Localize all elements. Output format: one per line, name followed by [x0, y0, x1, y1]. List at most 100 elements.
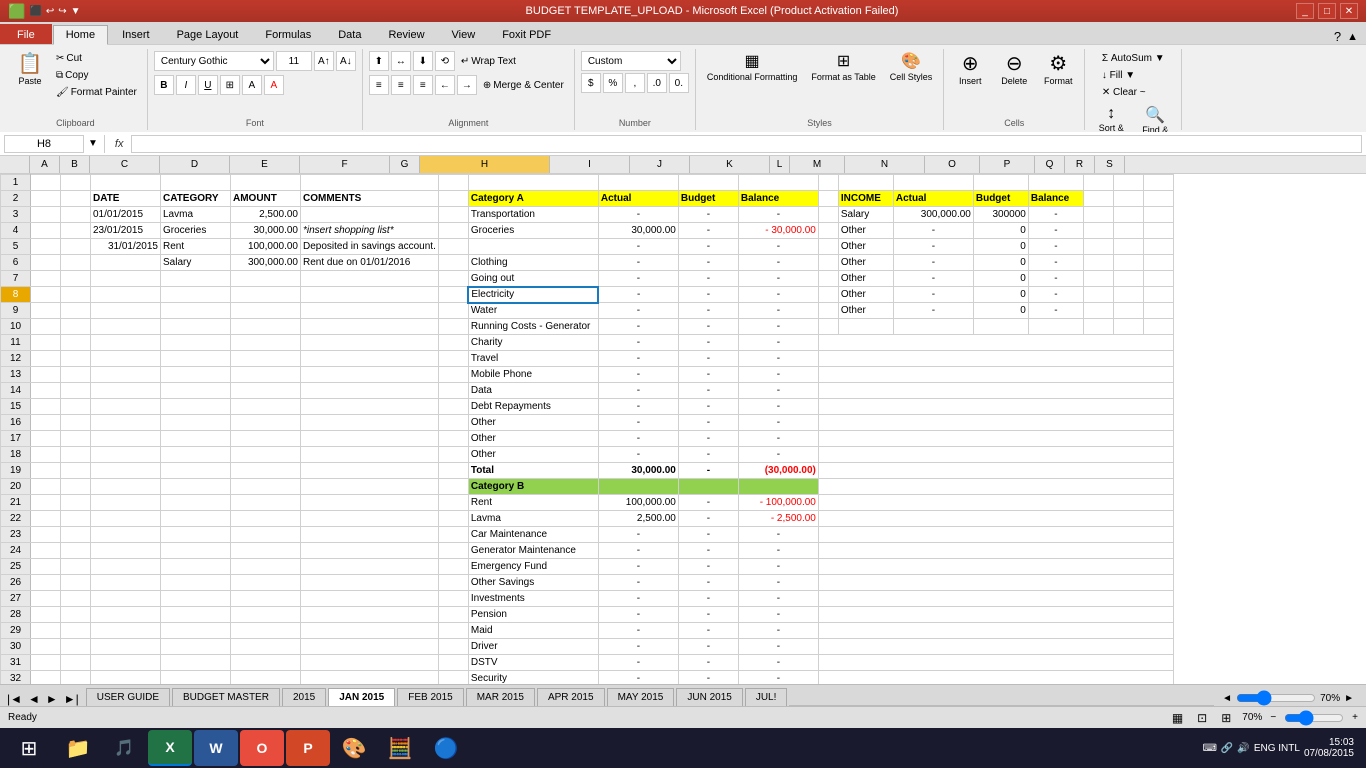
col-header-B[interactable]: B [60, 156, 90, 173]
sheet-tab-jun-2015[interactable]: JUN 2015 [676, 688, 742, 706]
row-num-22[interactable]: 22 [1, 511, 31, 527]
format-as-table-button[interactable]: ⊞ Format as Table [806, 51, 880, 85]
col-header-Q[interactable]: Q [1035, 156, 1065, 173]
comma-button[interactable]: , [625, 73, 645, 93]
income-balance-header[interactable]: Balance [1028, 191, 1083, 207]
tab-insert[interactable]: Insert [109, 24, 163, 44]
start-button[interactable]: ⊞ [4, 730, 54, 766]
row-num-4[interactable]: 4 [1, 223, 31, 239]
col-header-R[interactable]: R [1065, 156, 1095, 173]
active-cell-H8[interactable]: Electricity [468, 287, 598, 303]
sheet-nav-next[interactable]: ► [43, 692, 61, 706]
col-header-P[interactable]: P [980, 156, 1035, 173]
col-header-E[interactable]: E [230, 156, 300, 173]
italic-button[interactable]: I [176, 75, 196, 95]
paste-button[interactable]: 📋 Paste [10, 51, 50, 89]
category-a-header[interactable]: Category A [468, 191, 598, 207]
zoom-range[interactable] [1284, 712, 1344, 724]
align-bottom-button[interactable]: ⬇ [413, 51, 433, 71]
sheet-tab-budget-master[interactable]: BUDGET MASTER [172, 688, 280, 706]
category-header[interactable]: CATEGORY [161, 191, 231, 207]
row-num-11[interactable]: 11 [1, 335, 31, 351]
align-center-button[interactable]: ≡ [391, 75, 411, 95]
font-name-select[interactable]: Century Gothic [154, 51, 274, 71]
col-header-A[interactable]: A [30, 156, 60, 173]
r3c4[interactable]: Lavma [161, 207, 231, 223]
sheet-tab-apr-2015[interactable]: APR 2015 [537, 688, 605, 706]
sheet-nav-prev[interactable]: ◄ [25, 692, 43, 706]
row-num-9[interactable]: 9 [1, 303, 31, 319]
row-num-29[interactable]: 29 [1, 623, 31, 639]
format-painter-button[interactable]: 🖌Format Painter [52, 85, 141, 100]
page-layout-view-button[interactable]: ⊡ [1194, 711, 1210, 725]
row-num-12[interactable]: 12 [1, 351, 31, 367]
tab-review[interactable]: Review [375, 24, 437, 44]
r3h[interactable]: Transportation [468, 207, 598, 223]
tab-formulas[interactable]: Formulas [252, 24, 324, 44]
row-num-27[interactable]: 27 [1, 591, 31, 607]
col-header-C[interactable]: C [90, 156, 160, 173]
taskbar-word[interactable]: W [194, 730, 238, 766]
r3c5[interactable]: 2,500.00 [231, 207, 301, 223]
sheet-tab-user-guide[interactable]: USER GUIDE [86, 688, 170, 706]
tab-home[interactable]: Home [53, 25, 108, 45]
taskbar-excel[interactable]: X [148, 730, 192, 766]
spreadsheet[interactable]: 1 2 DATE CATEGORY AMOUNT COMMENTS [0, 174, 1366, 684]
row-num-6[interactable]: 6 [1, 255, 31, 271]
income-header[interactable]: INCOME [838, 191, 893, 207]
help-icon[interactable]: ? [1334, 29, 1341, 44]
tab-page-layout[interactable]: Page Layout [164, 24, 252, 44]
sheet-nav-first[interactable]: |◄ [4, 692, 25, 706]
cell-ref-dropdown[interactable]: ▼ [88, 138, 98, 149]
autosum-button[interactable]: Σ AutoSum ▼ [1098, 51, 1169, 66]
underline-button[interactable]: U [198, 75, 218, 95]
sheet-tab-mar-2015[interactable]: MAR 2015 [466, 688, 535, 706]
col-header-O[interactable]: O [925, 156, 980, 173]
align-middle-button[interactable]: ↔ [391, 51, 411, 71]
tab-data[interactable]: Data [325, 24, 374, 44]
font-size-decrease-button[interactable]: A↓ [336, 51, 356, 71]
row-num-8[interactable]: 8 [1, 287, 31, 303]
balance-header[interactable]: Balance [738, 191, 818, 207]
col-header-L[interactable]: L [770, 156, 790, 173]
budget-header[interactable]: Budget [678, 191, 738, 207]
zoom-out-icon[interactable]: − [1270, 712, 1276, 723]
col-header-N[interactable]: N [845, 156, 925, 173]
sheet-nav-last[interactable]: ►| [61, 692, 82, 706]
taskbar-app5[interactable]: 🎨 [332, 730, 376, 766]
col-header-S[interactable]: S [1095, 156, 1125, 173]
page-break-view-button[interactable]: ⊞ [1218, 711, 1234, 725]
taskbar-powerpoint[interactable]: P [286, 730, 330, 766]
col-header-K[interactable]: K [690, 156, 770, 173]
number-format-select[interactable]: Custom General Number Currency [581, 51, 681, 71]
col-header-J[interactable]: J [630, 156, 690, 173]
indent-increase-button[interactable]: → [457, 75, 477, 95]
row-num-16[interactable]: 16 [1, 415, 31, 431]
cell-styles-button[interactable]: 🎨 Cell Styles [885, 51, 938, 85]
close-button[interactable]: ✕ [1340, 3, 1358, 19]
col-header-F[interactable]: F [300, 156, 390, 173]
font-size-input[interactable] [276, 51, 312, 71]
maximize-button[interactable]: □ [1318, 3, 1336, 19]
row-num-13[interactable]: 13 [1, 367, 31, 383]
r3c3[interactable]: 01/01/2015 [91, 207, 161, 223]
font-size-increase-button[interactable]: A↑ [314, 51, 334, 71]
currency-button[interactable]: $ [581, 73, 601, 93]
row-num-24[interactable]: 24 [1, 543, 31, 559]
row-num-32[interactable]: 32 [1, 671, 31, 685]
row-num-15[interactable]: 15 [1, 399, 31, 415]
text-orient-button[interactable]: ⟲ [435, 51, 455, 71]
tab-view[interactable]: View [439, 24, 489, 44]
col-header-I[interactable]: I [550, 156, 630, 173]
col-header-M[interactable]: M [790, 156, 845, 173]
row-num-19[interactable]: 19 [1, 463, 31, 479]
row-num-1[interactable]: 1 [1, 175, 31, 191]
row-num-18[interactable]: 18 [1, 447, 31, 463]
conditional-formatting-button[interactable]: ▦ Conditional Formatting [702, 51, 803, 85]
tab-foxit[interactable]: Foxit PDF [489, 24, 564, 44]
sheet-tab-may-2015[interactable]: MAY 2015 [607, 688, 675, 706]
row-num-31[interactable]: 31 [1, 655, 31, 671]
wrap-text-button[interactable]: ↵Wrap Text [457, 54, 527, 69]
decimal-increase-button[interactable]: .0 [647, 73, 667, 93]
cut-button[interactable]: ✂Cut [52, 51, 141, 66]
